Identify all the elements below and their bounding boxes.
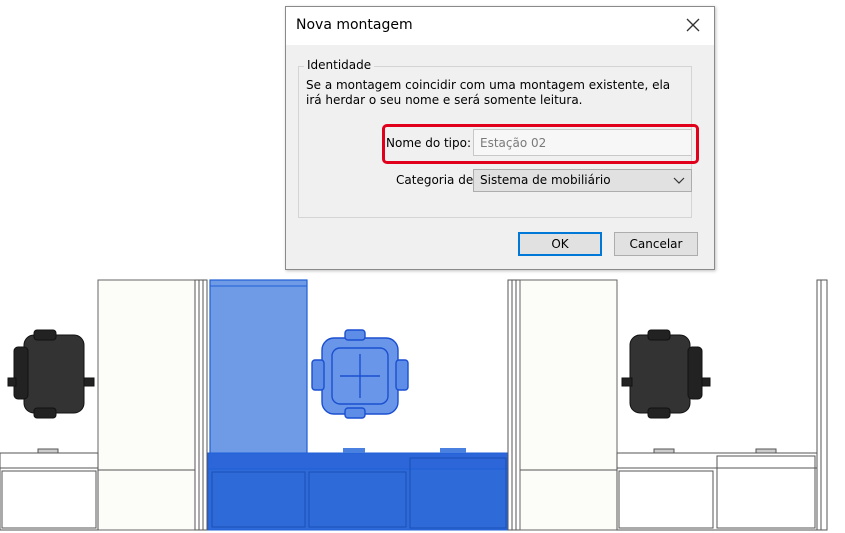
- left-chair: [7, 329, 95, 419]
- new-assembly-dialog: Nova montagem Identidade Se a montagem c…: [285, 6, 715, 270]
- type-name-input[interactable]: [473, 129, 692, 156]
- description-line-2: irá herdar o seu nome e será somente lei…: [306, 93, 583, 107]
- dialog-titlebar[interactable]: Nova montagem: [286, 7, 714, 45]
- cancel-button[interactable]: Cancelar: [614, 232, 698, 256]
- dialog-title: Nova montagem: [296, 17, 413, 33]
- close-button[interactable]: [678, 11, 708, 39]
- identity-description: Se a montagem coincidir com uma montagem…: [306, 78, 676, 108]
- chevron-down-icon: [673, 177, 685, 184]
- type-name-label: Nome do tipo:: [386, 136, 472, 150]
- close-icon: [686, 18, 700, 32]
- category-select-value: Sistema de mobiliário: [480, 173, 611, 187]
- description-line-1: Se a montagem coincidir com uma montagem…: [306, 78, 671, 92]
- selected-chair[interactable]: [311, 329, 409, 419]
- identity-group-label: Identidade: [304, 58, 375, 72]
- category-label: Categoria de: [396, 173, 474, 187]
- ok-button[interactable]: OK: [518, 232, 602, 256]
- category-select[interactable]: Sistema de mobiliário: [473, 169, 692, 192]
- right-chair: [621, 329, 711, 419]
